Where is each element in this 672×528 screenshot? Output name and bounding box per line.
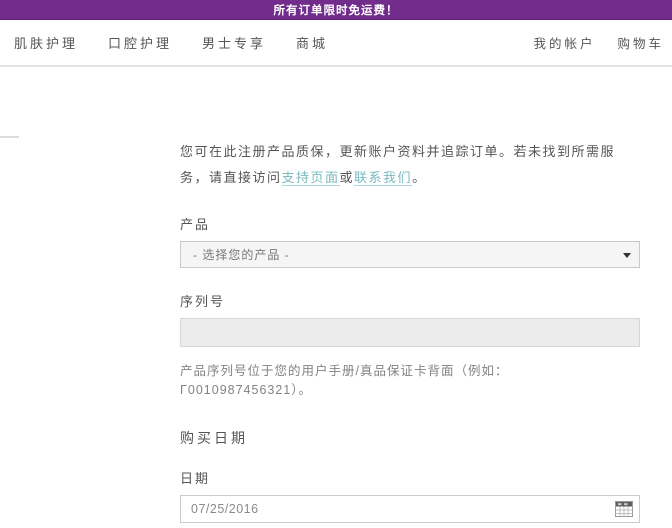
sidebar-divider-fragment bbox=[0, 136, 19, 138]
date-label: 日期 bbox=[180, 471, 211, 486]
serial-input[interactable] bbox=[180, 318, 640, 347]
nav-item-mens[interactable]: 男士专享 bbox=[202, 33, 266, 52]
support-page-link[interactable]: 支持页面 bbox=[281, 170, 340, 186]
main-nav: 肌肤护理 口腔护理 男士专享 商城 我的帐户 购物车 bbox=[0, 20, 672, 67]
contact-us-link[interactable]: 联系我们 bbox=[354, 170, 413, 186]
nav-left-group: 肌肤护理 口腔护理 男士专享 商城 bbox=[14, 33, 358, 52]
nav-item-cart[interactable]: 购物车 bbox=[617, 33, 664, 52]
date-field-wrap bbox=[180, 495, 640, 523]
product-select[interactable]: - 选择您的产品 - bbox=[180, 241, 640, 268]
calendar-icon[interactable] bbox=[615, 501, 633, 517]
dropdown-arrow-icon bbox=[623, 253, 631, 258]
promo-banner: 所有订单限时免运费！ bbox=[0, 0, 672, 20]
serial-help-text: 产品序列号位于您的用户手册/真品保证卡背面（例如：Γ0010987456321）… bbox=[180, 364, 509, 397]
nav-item-my-account[interactable]: 我的帐户 bbox=[533, 33, 595, 52]
nav-item-oral-care[interactable]: 口腔护理 bbox=[108, 33, 172, 52]
nav-item-skin-care[interactable]: 肌肤护理 bbox=[14, 33, 78, 52]
main-content: 您可在此注册产品质保，更新账户资料并追踪订单。若未找到所需服务，请直接访问支持页… bbox=[0, 67, 672, 528]
date-input[interactable] bbox=[180, 495, 640, 523]
promo-banner-text: 所有订单限时免运费！ bbox=[273, 4, 399, 17]
serial-label: 序列号 bbox=[180, 294, 226, 309]
nav-item-mall[interactable]: 商城 bbox=[296, 33, 328, 52]
nav-right-group: 我的帐户 购物车 bbox=[511, 33, 664, 52]
product-label: 产品 bbox=[180, 217, 211, 232]
intro-conjunction: 或 bbox=[339, 170, 355, 185]
product-select-value: - 选择您的产品 - bbox=[193, 248, 290, 262]
intro-text-end: 。 bbox=[412, 170, 427, 185]
intro-paragraph: 您可在此注册产品质保，更新账户资料并追踪订单。若未找到所需服务，请直接访问支持页… bbox=[180, 139, 640, 191]
purchase-date-heading: 购买日期 bbox=[180, 430, 248, 446]
